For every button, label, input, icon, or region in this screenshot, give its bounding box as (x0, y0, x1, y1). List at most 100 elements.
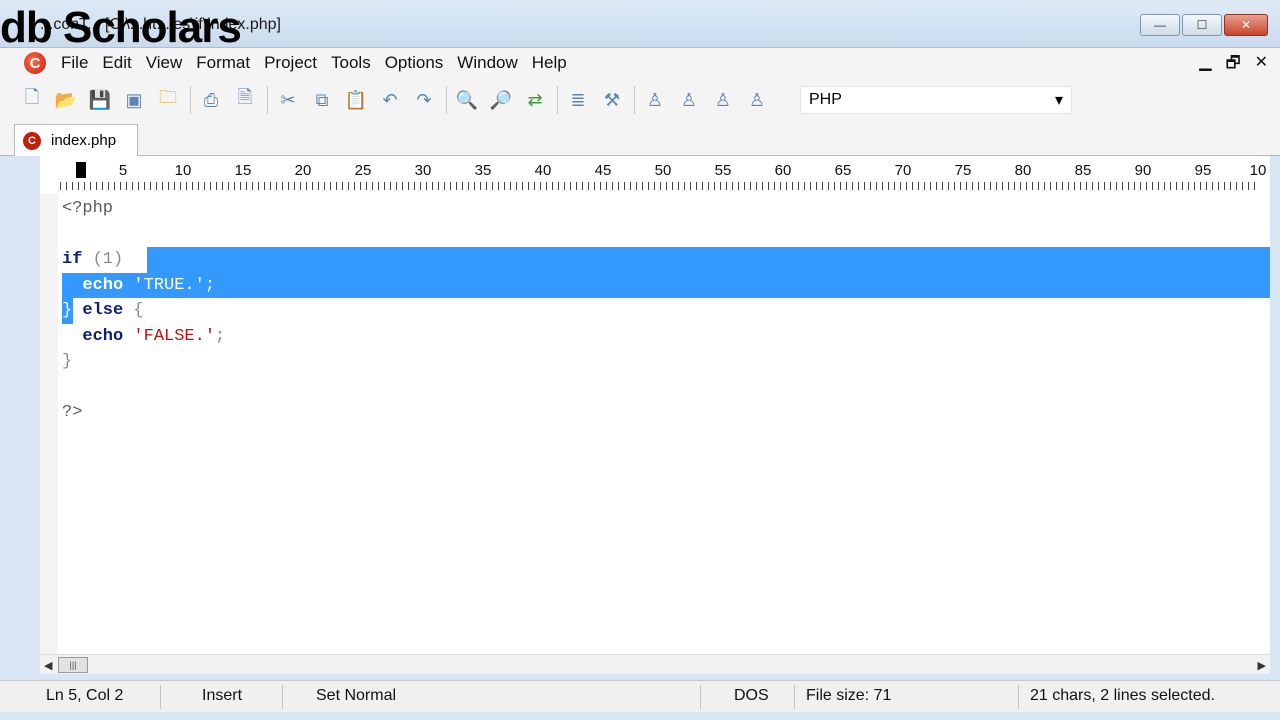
document-tab-bar: C index.php (0, 122, 1280, 156)
chevron-down-icon: ▾ (1054, 92, 1063, 109)
ruler-mark: 25 (354, 162, 372, 179)
language-select[interactable]: PHP ▾ (800, 86, 1072, 114)
cut-icon[interactable]: ✂ (274, 86, 302, 114)
toolbar: 🗋 📂 💾 ▣ 🗀 ⎙ 🗎 ✂ ⧉ 📋 ↶ ↷ 🔍 🔎 ⇄ ≣ ⚒ ♙ ♙ ♙ … (0, 78, 1280, 122)
ruler-mark: 5 (118, 162, 128, 179)
menu-edit[interactable]: Edit (95, 53, 138, 73)
minimize-button[interactable]: — (1140, 14, 1180, 36)
menu-bar: C File Edit View Format Project Tools Op… (0, 48, 1280, 78)
selection-highlight (62, 272, 1270, 298)
ruler-mark: 10 (174, 162, 192, 179)
menu-options[interactable]: Options (378, 53, 451, 73)
watermark-logo: db Scholars (0, 3, 242, 52)
user-tool-4-icon[interactable]: ♙ (743, 86, 771, 114)
user-tool-2-icon[interactable]: ♙ (675, 86, 703, 114)
copy-icon[interactable]: ⧉ (308, 86, 336, 114)
window-controls: — ☐ ✕ (1140, 14, 1268, 36)
menu-window[interactable]: Window (450, 53, 524, 73)
word-wrap-icon[interactable]: ≣ (564, 86, 592, 114)
selection-info: 21 chars, 2 lines selected. (1030, 687, 1215, 704)
redo-icon[interactable]: ↷ (410, 86, 438, 114)
status-divider (700, 685, 701, 709)
status-divider (1018, 685, 1019, 709)
scroll-right-icon[interactable]: ▶ (1258, 659, 1266, 672)
new-file-icon[interactable]: 🗋 (18, 86, 46, 114)
code-line: if (1) { (62, 250, 144, 269)
tab-label: index.php (51, 132, 117, 149)
code-content: <?php if (1) { echo 'TRUE.'; } else { ec… (62, 196, 225, 426)
replace-icon[interactable]: ⇄ (521, 86, 549, 114)
find-icon[interactable]: 🔍 (453, 86, 481, 114)
ruler-mark: 45 (594, 162, 612, 179)
save-all-icon[interactable]: ▣ (120, 86, 148, 114)
ruler-mark: 15 (234, 162, 252, 179)
menu-tools[interactable]: Tools (324, 53, 378, 73)
ruler-mark: 65 (834, 162, 852, 179)
ruler-mark: 75 (954, 162, 972, 179)
menu-file[interactable]: File (54, 53, 95, 73)
editor-gutter (40, 194, 58, 654)
paste-icon[interactable]: 📋 (342, 86, 370, 114)
php-file-icon: C (23, 131, 41, 150)
code-editor[interactable]: <?php if (1) { echo 'TRUE.'; } else { ec… (40, 194, 1270, 654)
toolbar-divider (267, 86, 268, 114)
maximize-button[interactable]: ☐ (1182, 14, 1222, 36)
line-ending[interactable]: DOS (734, 687, 769, 705)
save-icon[interactable]: 💾 (86, 86, 114, 114)
selection-highlight (147, 247, 1270, 273)
status-bar: Ln 5, Col 2 Insert Set Normal DOS File s… (0, 680, 1280, 712)
menu-format[interactable]: Format (189, 53, 257, 73)
selection-mode[interactable]: Set Normal (316, 687, 396, 705)
ruler-mark: 40 (534, 162, 552, 179)
ruler-mark: 20 (294, 162, 312, 179)
cursor-position: Ln 5, Col 2 (46, 687, 124, 704)
menu-help[interactable]: Help (525, 53, 574, 73)
status-divider (160, 685, 161, 709)
ruler-mark: 30 (414, 162, 432, 179)
code-line: echo 'TRUE.'; (82, 275, 216, 295)
code-line: ?> (62, 403, 83, 422)
scrollbar-thumb[interactable]: ||| (58, 657, 88, 673)
code-line: <?php (62, 199, 114, 218)
undo-icon[interactable]: ↶ (376, 86, 404, 114)
insert-mode[interactable]: Insert (202, 687, 242, 705)
ruler-mark: 85 (1074, 162, 1092, 179)
doc-close-button[interactable]: ✕ (1255, 52, 1268, 79)
menu-project[interactable]: Project (257, 53, 324, 73)
toolbar-divider (446, 86, 447, 114)
status-divider (794, 685, 795, 709)
doc-restore-button[interactable]: 🗗 (1226, 52, 1241, 79)
doc-minimize-button[interactable]: ▁ (1199, 52, 1211, 79)
toolbar-divider (634, 86, 635, 114)
file-size: File size: 71 (806, 687, 892, 704)
tab-index-php[interactable]: C index.php (14, 124, 138, 156)
toolbar-divider (557, 86, 558, 114)
open-folder-icon[interactable]: 🗀 (154, 86, 182, 114)
find-next-icon[interactable]: 🔎 (487, 86, 515, 114)
ruler-cursor-marker (76, 162, 86, 178)
ruler-ticks (60, 182, 1260, 190)
menu-view[interactable]: View (139, 53, 190, 73)
user-tool-1-icon[interactable]: ♙ (641, 86, 669, 114)
code-line: } else { (62, 301, 144, 320)
column-ruler: 5 10 15 20 25 30 35 40 45 50 55 60 65 70… (40, 156, 1270, 194)
open-file-icon[interactable]: 📂 (52, 86, 80, 114)
toolbar-divider (190, 86, 191, 114)
ruler-mark: 10 (1249, 162, 1267, 179)
ruler-mark: 70 (894, 162, 912, 179)
close-button[interactable]: ✕ (1224, 14, 1268, 36)
code-line: echo 'FALSE.'; (82, 326, 226, 346)
document-window-controls: ▁ 🗗 ✕ (1199, 52, 1268, 79)
tools-icon[interactable]: ⚒ (598, 86, 626, 114)
ruler-mark: 80 (1014, 162, 1032, 179)
app-logo-icon[interactable]: C (24, 52, 46, 74)
user-tool-3-icon[interactable]: ♙ (709, 86, 737, 114)
horizontal-scrollbar[interactable]: ◀ ||| ▶ (40, 654, 1270, 674)
print-preview-icon[interactable]: 🗎 (231, 86, 259, 114)
scroll-left-icon[interactable]: ◀ (44, 659, 52, 672)
ruler-mark: 55 (714, 162, 732, 179)
ruler-mark: 35 (474, 162, 492, 179)
print-icon[interactable]: ⎙ (197, 86, 225, 114)
